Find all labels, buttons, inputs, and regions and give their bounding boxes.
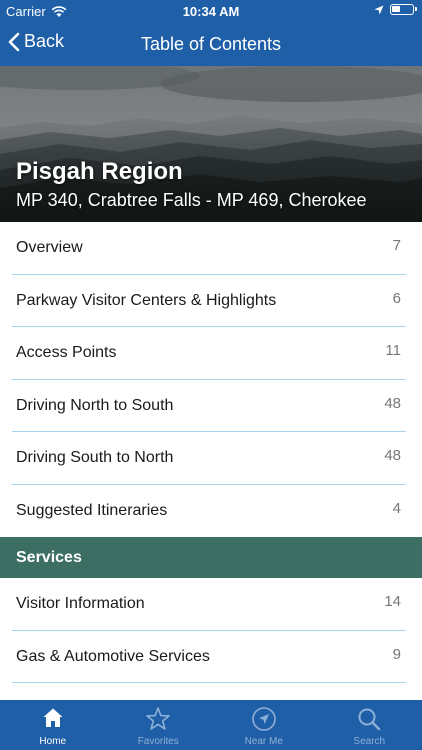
list-item-count: 48	[384, 394, 401, 412]
location-arrow-icon	[251, 707, 276, 731]
list-item-overview[interactable]: Overview 7	[0, 222, 422, 275]
region-subtitle: MP 340, Crabtree Falls - MP 469, Cheroke…	[16, 190, 367, 210]
list-item-label: Overview	[16, 239, 83, 256]
list-item-count: 48	[384, 447, 401, 464]
region-hero: Pisgah Region MP 340, Crabtree Falls - M…	[0, 66, 422, 222]
location-services-icon	[374, 5, 384, 14]
list-item-label: Driving South to North	[16, 449, 174, 466]
tab-label: Near Me	[244, 736, 283, 747]
list-item-count: 4	[392, 499, 401, 517]
list-item-count: 6	[392, 289, 401, 307]
list-item-count: 11	[385, 342, 401, 359]
tab-label: Search	[353, 736, 386, 747]
search-icon	[358, 708, 381, 731]
contents-list: Overview 7 Parkway Visitor Centers & Hig…	[0, 222, 422, 683]
list-item-label: Suggested Itineraries	[16, 501, 168, 519]
top-bar: Carrier 10:34 AM Back Table of Contents	[0, 0, 422, 66]
tab-search[interactable]: Search	[317, 700, 422, 750]
home-icon	[43, 708, 63, 727]
list-item-label: Parkway Visitor Centers & Highlights	[16, 291, 277, 309]
battery-icon	[390, 4, 417, 15]
list-item-count: 14	[384, 593, 401, 610]
tab-label: Home	[39, 736, 67, 747]
list-item-count: 7	[392, 237, 401, 254]
navigation-bar: Back Table of Contents	[0, 22, 422, 66]
section-header-services: Services	[0, 537, 422, 578]
status-bar: Carrier 10:34 AM	[0, 0, 422, 22]
list-item-north-to-south[interactable]: Driving North to South 48	[0, 380, 422, 432]
tab-near-me[interactable]: Near Me	[211, 700, 317, 750]
list-item-visitor-centers[interactable]: Parkway Visitor Centers & Highlights 6	[0, 275, 422, 327]
status-right	[374, 4, 417, 15]
list-item-gas-automotive[interactable]: Gas & Automotive Services 9	[0, 631, 422, 683]
tab-favorites[interactable]: Favorites	[106, 700, 212, 750]
tab-bar: Home Favorites Near Me Search	[0, 700, 422, 750]
list-item-label: Driving North to South	[16, 396, 174, 414]
list-item-visitor-information[interactable]: Visitor Information 14	[0, 578, 422, 631]
list-item-count: 9	[392, 645, 401, 663]
star-icon	[146, 707, 171, 730]
list-item-access-points[interactable]: Access Points 11	[0, 327, 422, 380]
divider	[12, 682, 406, 683]
clock: 10:34 AM	[182, 4, 240, 19]
list-item-south-to-north[interactable]: Driving South to North 48	[0, 432, 422, 485]
page-title: Table of Contents	[140, 34, 282, 54]
tab-label: Favorites	[137, 736, 179, 747]
list-item-label: Access Points	[16, 344, 117, 361]
list-item-suggested-itineraries[interactable]: Suggested Itineraries 4	[0, 485, 422, 538]
tab-home[interactable]: Home	[0, 700, 106, 750]
region-title: Pisgah Region	[16, 158, 183, 185]
list-item-label: Gas & Automotive Services	[16, 647, 210, 665]
list-item-label: Visitor Information	[16, 595, 145, 612]
